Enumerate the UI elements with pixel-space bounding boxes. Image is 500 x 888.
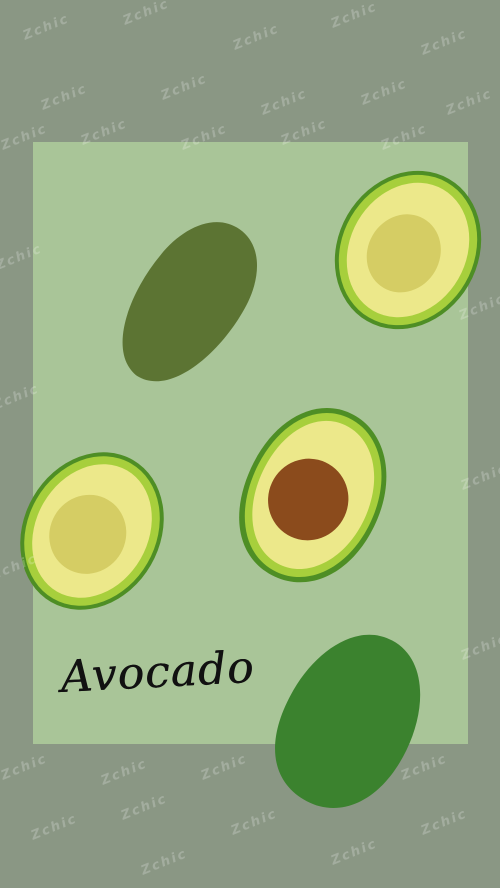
poster-canvas [0, 0, 500, 888]
poster-title: Avocado [59, 641, 256, 703]
